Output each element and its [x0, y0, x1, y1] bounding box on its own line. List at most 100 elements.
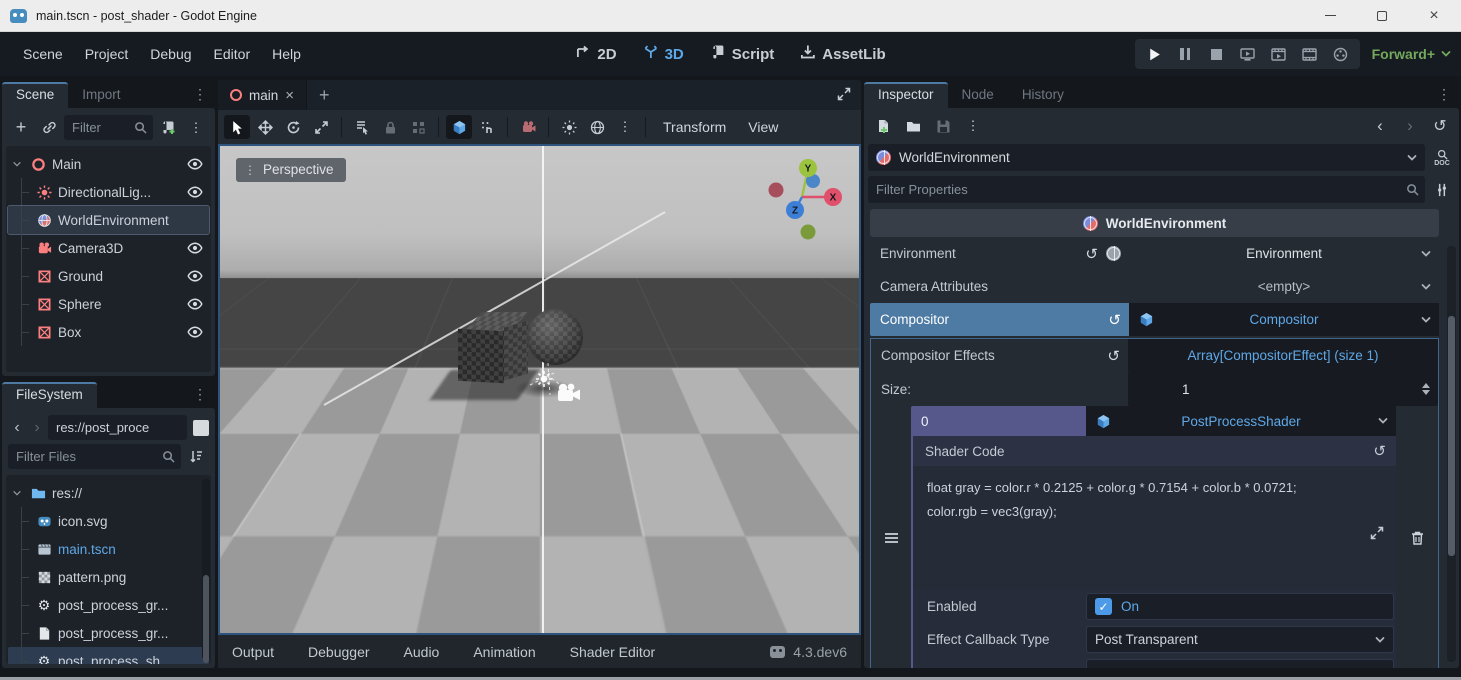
- fs-tree-item-postprocessgr[interactable]: ⚙post_process_gr...: [8, 591, 209, 619]
- context-tab-script[interactable]: Script: [710, 44, 775, 64]
- viewport-canvas[interactable]: ⋮ Perspective Y X: [218, 144, 861, 635]
- compositor-effects-array-button[interactable]: Array[CompositorEffect] (size 1): [1128, 339, 1438, 372]
- preview-environment-button[interactable]: [584, 115, 610, 139]
- play-button[interactable]: [1141, 41, 1168, 67]
- tab-filesystem[interactable]: FileSystem: [2, 382, 97, 408]
- scene-tree-item-sphere[interactable]: Sphere: [8, 290, 209, 318]
- scene-tree-item-worldenvironment[interactable]: WorldEnvironment: [8, 206, 209, 234]
- save-resource-button[interactable]: [930, 114, 956, 138]
- scene-tree-item-main[interactable]: Main: [8, 150, 209, 178]
- context-tab-3d[interactable]: 3D: [643, 44, 684, 64]
- size-spinner[interactable]: 1: [1128, 372, 1438, 406]
- history-back-button[interactable]: ‹: [1367, 114, 1393, 138]
- revert-icon[interactable]: ↺: [1107, 347, 1120, 365]
- fs-scrollbar-thumb[interactable]: [203, 575, 209, 663]
- fs-tree-item-res[interactable]: res://: [8, 479, 209, 507]
- play-remote-button[interactable]: [1234, 41, 1261, 67]
- camera-attributes-value-dropdown[interactable]: <empty>: [1129, 270, 1439, 303]
- perspective-menu[interactable]: ⋮ Perspective: [236, 158, 346, 182]
- stop-button[interactable]: [1203, 41, 1230, 67]
- transform-menu[interactable]: Transform: [653, 119, 736, 135]
- scene-tab-main[interactable]: main ×: [218, 80, 307, 110]
- group-button[interactable]: [405, 115, 431, 139]
- menu-scene[interactable]: Scene: [12, 46, 74, 62]
- revert-icon[interactable]: ↺: [1108, 311, 1121, 329]
- menu-debug[interactable]: Debug: [139, 46, 202, 62]
- minimize-button[interactable]: [1319, 5, 1341, 27]
- fs-forward-button[interactable]: ›: [28, 419, 46, 437]
- tab-node[interactable]: Node: [948, 82, 1008, 108]
- inspector-menu-button[interactable]: ⋮: [1429, 86, 1459, 108]
- box-mesh[interactable]: [458, 312, 528, 384]
- load-resource-button[interactable]: [900, 114, 926, 138]
- inspector-scrollbar-thumb[interactable]: [1448, 316, 1455, 556]
- view-menu[interactable]: View: [738, 119, 788, 135]
- tab-close-icon[interactable]: ×: [285, 87, 294, 104]
- tab-history[interactable]: History: [1008, 82, 1078, 108]
- new-resource-button[interactable]: [870, 114, 896, 138]
- menu-help[interactable]: Help: [261, 46, 312, 62]
- scene-tree-item-directionallig[interactable]: DirectionalLig...: [8, 178, 209, 206]
- context-tab-assetlib[interactable]: AssetLib: [800, 44, 885, 64]
- play-movie-button[interactable]: [1265, 41, 1292, 67]
- menu-editor[interactable]: Editor: [203, 46, 262, 62]
- add-node-button[interactable]: +: [8, 116, 34, 140]
- preview-sun-button[interactable]: [556, 115, 582, 139]
- fs-tree-item-patternpng[interactable]: pattern.png: [8, 563, 209, 591]
- compositor-value-dropdown[interactable]: Compositor: [1129, 303, 1439, 336]
- axis-navigation-gizmo[interactable]: Y X Z: [757, 152, 847, 244]
- bottom-panel-shader-editor[interactable]: Shader Editor: [570, 644, 656, 660]
- code-maximize-button[interactable]: [1370, 524, 1384, 548]
- section-header-worldenvironment[interactable]: WorldEnvironment: [870, 209, 1439, 237]
- property-tools-button[interactable]: [1429, 183, 1455, 197]
- element-type-dropdown[interactable]: PostProcessShader: [1086, 406, 1396, 436]
- new-scene-tab-button[interactable]: +: [307, 85, 342, 106]
- scene-tree-item-camera3d[interactable]: Camera3D: [8, 234, 209, 262]
- open-docs-button[interactable]: DOC: [1429, 149, 1455, 167]
- filesystem-menu-button[interactable]: ⋮: [185, 386, 215, 408]
- scene-tree-menu-button[interactable]: ⋮: [183, 116, 209, 140]
- scale-tool-button[interactable]: [308, 115, 334, 139]
- camera-preview-button[interactable]: [515, 115, 541, 139]
- scene-tree-item-box[interactable]: Box: [8, 318, 209, 346]
- history-forward-button[interactable]: ›: [1397, 114, 1423, 138]
- element-drag-handle[interactable]: [871, 406, 911, 668]
- fs-back-button[interactable]: ‹: [8, 419, 26, 437]
- spinner-arrows-icon[interactable]: [1422, 383, 1430, 395]
- tab-scene[interactable]: Scene: [2, 82, 68, 108]
- snap-toggle-button[interactable]: [474, 115, 500, 139]
- property-filter-input[interactable]: Filter Properties: [868, 176, 1425, 203]
- bottom-panel-output[interactable]: Output: [232, 644, 274, 660]
- move-tool-button[interactable]: [252, 115, 278, 139]
- fs-tree-item-iconsvg[interactable]: icon.svg: [8, 507, 209, 535]
- element-delete-button[interactable]: [1396, 406, 1438, 668]
- visibility-eye-icon[interactable]: [185, 268, 205, 284]
- scene-gizmos[interactable]: [520, 351, 592, 415]
- revert-icon[interactable]: ↺: [1373, 442, 1386, 460]
- context-tab-2d[interactable]: 2D: [575, 44, 616, 64]
- scene-dock-menu-button[interactable]: ⋮: [185, 86, 215, 108]
- tab-inspector[interactable]: Inspector: [864, 82, 948, 108]
- menu-project[interactable]: Project: [74, 46, 140, 62]
- renderer-select[interactable]: Forward+: [1372, 46, 1451, 62]
- revert-icon[interactable]: ↺: [1085, 245, 1098, 263]
- visibility-eye-icon[interactable]: [185, 156, 205, 172]
- pause-button[interactable]: [1172, 41, 1199, 67]
- collapse-arrow-icon[interactable]: [12, 486, 24, 501]
- fs-sort-button[interactable]: [183, 445, 209, 469]
- effect-callback-type-dropdown[interactable]: Post Transparent: [1086, 626, 1394, 653]
- bottom-panel-debugger[interactable]: Debugger: [308, 644, 370, 660]
- fs-tree-item-postprocessgr[interactable]: post_process_gr...: [8, 619, 209, 647]
- bottom-panel-audio[interactable]: Audio: [404, 644, 440, 660]
- movie-maker-button[interactable]: [1296, 41, 1323, 67]
- visibility-eye-icon[interactable]: [185, 296, 205, 312]
- inspector-scrollbar[interactable]: [1447, 246, 1456, 662]
- enabled-checkbox[interactable]: ✓ On: [1086, 593, 1394, 620]
- select-tool-button[interactable]: [224, 115, 250, 139]
- fs-path-field[interactable]: res://post_proce: [48, 415, 187, 440]
- fs-tree-item-postprocesssh[interactable]: ⚙post_process_sh...: [8, 647, 209, 664]
- distraction-free-button[interactable]: [827, 87, 861, 104]
- scene-tree-item-ground[interactable]: Ground: [8, 262, 209, 290]
- selection-list-button[interactable]: [349, 115, 375, 139]
- viewport-menu-button[interactable]: ⋮: [612, 115, 638, 139]
